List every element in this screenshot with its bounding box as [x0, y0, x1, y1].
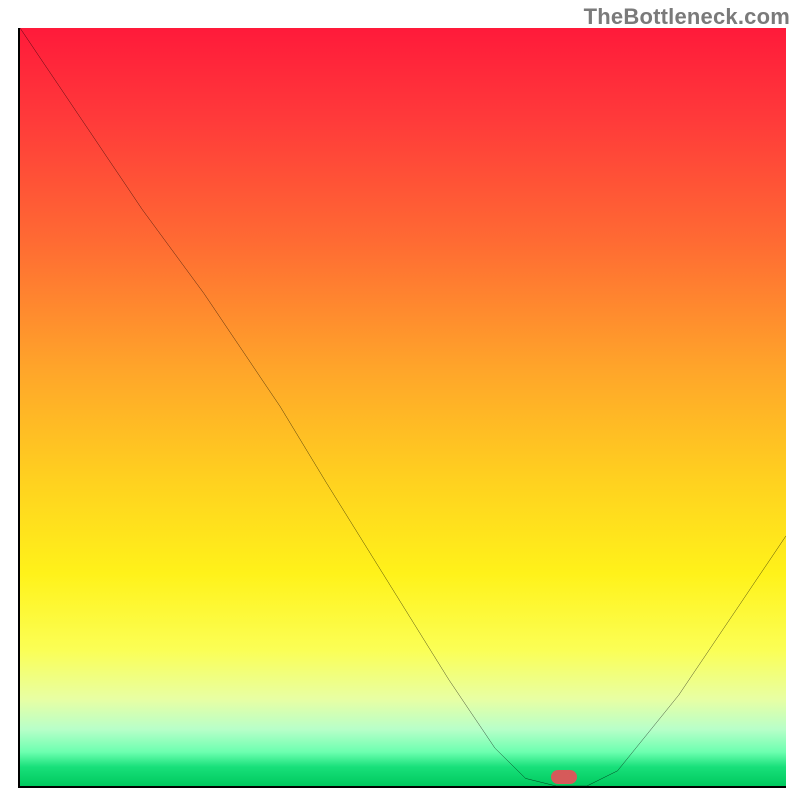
bottleneck-curve — [20, 28, 786, 786]
plot-area — [18, 28, 786, 788]
chart-frame: TheBottleneck.com — [0, 0, 800, 800]
optimal-point-marker — [551, 770, 577, 784]
watermark-text: TheBottleneck.com — [584, 4, 790, 30]
curve-path — [20, 28, 786, 786]
